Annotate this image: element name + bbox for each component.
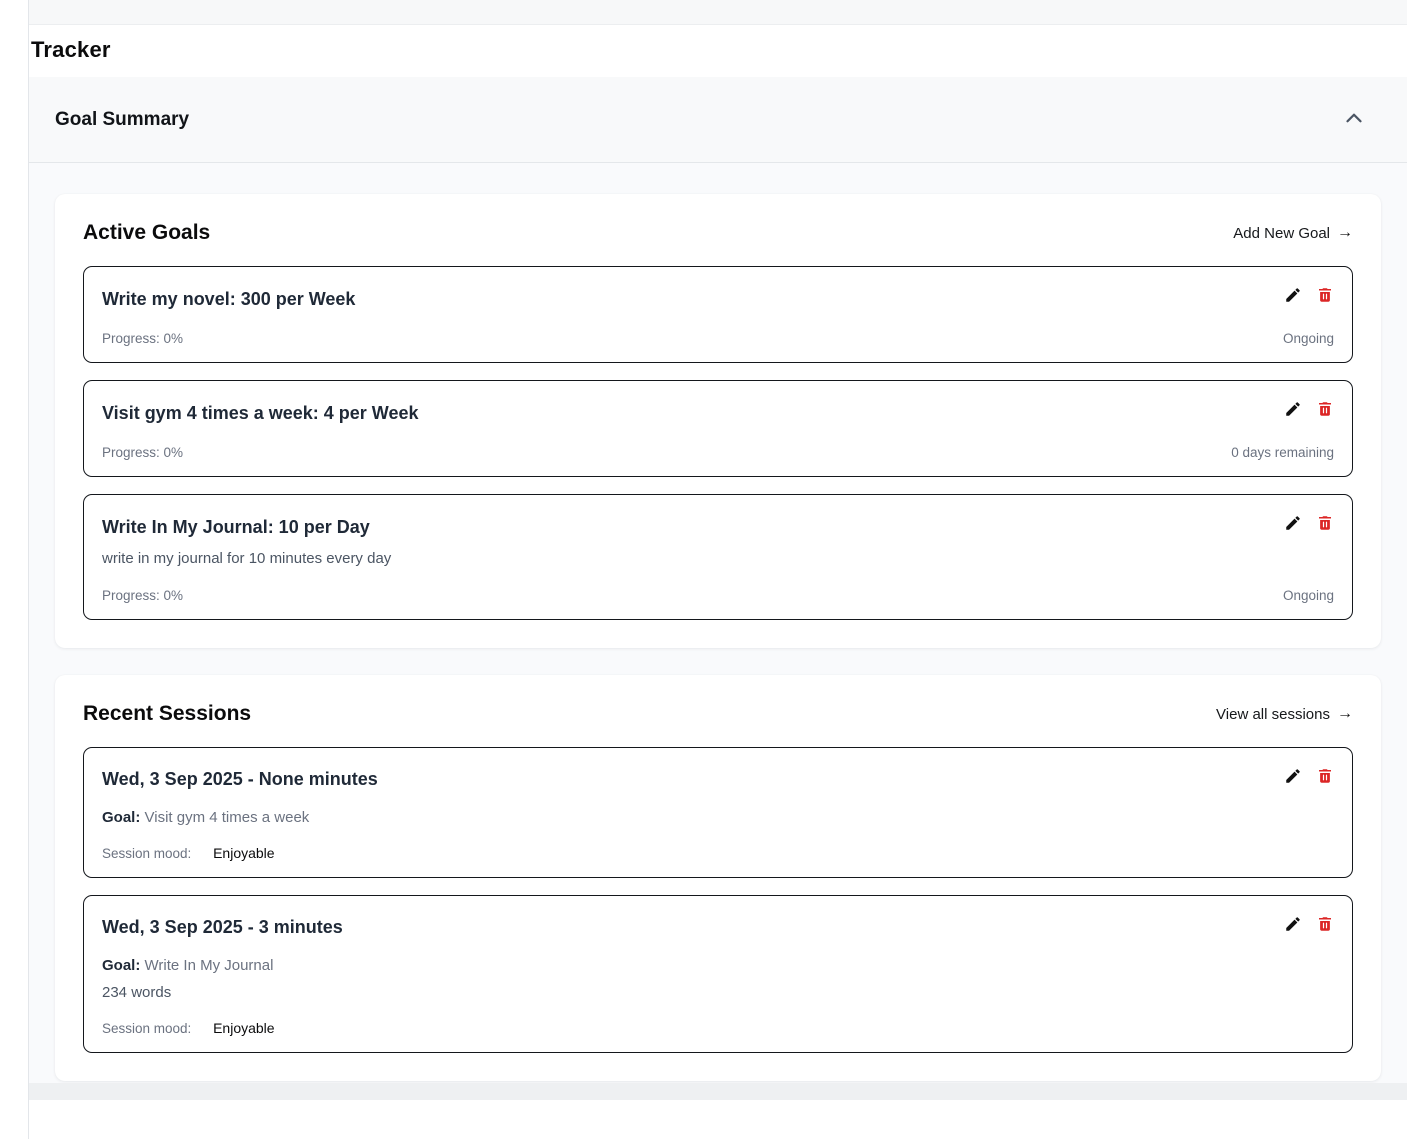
chevron-up-icon — [1341, 105, 1367, 134]
tracker-page: Tracker Goal Summary Active Goals Add Ne… — [0, 0, 1424, 1139]
goal-status: Ongoing — [1283, 588, 1334, 603]
trash-icon — [1316, 514, 1334, 535]
edit-session-button[interactable] — [1283, 768, 1302, 787]
delete-goal-button[interactable] — [1315, 515, 1334, 534]
recent-sessions-title: Recent Sessions — [83, 702, 251, 726]
goal-card: Write In My Journal: 10 per Day — [83, 494, 1353, 620]
pencil-icon — [1284, 915, 1302, 936]
session-title: Wed, 3 Sep 2025 - None minutes — [102, 766, 378, 792]
delete-session-button[interactable] — [1315, 768, 1334, 787]
goal-card: Write my novel: 300 per Week — [83, 266, 1353, 363]
session-card: Wed, 3 Sep 2025 - None minutes — [83, 747, 1353, 878]
delete-session-button[interactable] — [1315, 916, 1334, 935]
active-goals-title: Active Goals — [83, 221, 210, 245]
session-mood-label: Session mood: — [102, 846, 191, 861]
trash-icon — [1316, 767, 1334, 788]
active-goals-header: Active Goals Add New Goal → — [83, 221, 1353, 245]
pencil-icon — [1284, 514, 1302, 535]
view-all-sessions-label: View all sessions — [1216, 706, 1330, 723]
add-new-goal-link[interactable]: Add New Goal → — [1233, 224, 1353, 242]
session-title: Wed, 3 Sep 2025 - 3 minutes — [102, 914, 343, 940]
goal-title: Write In My Journal: 10 per Day — [102, 513, 370, 541]
goal-status: 0 days remaining — [1231, 445, 1334, 460]
goal-progress: Progress: 0% — [102, 588, 183, 603]
edit-goal-button[interactable] — [1283, 287, 1302, 306]
trash-icon — [1316, 915, 1334, 936]
top-panel-remnant — [29, 0, 1407, 25]
session-card: Wed, 3 Sep 2025 - 3 minutes — [83, 895, 1353, 1053]
page-background-strip — [29, 1083, 1407, 1100]
page-title: Tracker — [29, 25, 1424, 77]
add-new-goal-label: Add New Goal — [1233, 225, 1330, 242]
goal-description: write in my journal for 10 minutes every… — [102, 548, 1334, 570]
session-mood-line: Session mood: Enjoyable — [102, 1020, 1334, 1036]
goal-title: Write my novel: 300 per Week — [102, 285, 355, 313]
session-mood-label: Session mood: — [102, 1021, 191, 1036]
session-mood-value: Enjoyable — [213, 845, 275, 861]
session-goal-line: Goal: Visit gym 4 times a week — [102, 807, 1334, 828]
session-goal-label: Goal: — [102, 957, 140, 974]
arrow-right-icon: → — [1337, 705, 1353, 723]
edit-session-button[interactable] — [1283, 916, 1302, 935]
session-mood-line: Session mood: Enjoyable — [102, 845, 1334, 861]
delete-goal-button[interactable] — [1315, 401, 1334, 420]
session-goal-label: Goal: — [102, 809, 140, 826]
delete-goal-button[interactable] — [1315, 287, 1334, 306]
goal-summary-header[interactable]: Goal Summary — [29, 77, 1407, 163]
trash-icon — [1316, 286, 1334, 307]
goal-title: Visit gym 4 times a week: 4 per Week — [102, 399, 419, 427]
trash-icon — [1316, 400, 1334, 421]
pencil-icon — [1284, 767, 1302, 788]
recent-sessions-header: Recent Sessions View all sessions → — [83, 702, 1353, 726]
goal-summary-body: Active Goals Add New Goal → Write my nov… — [29, 163, 1407, 1083]
pencil-icon — [1284, 286, 1302, 307]
goal-progress: Progress: 0% — [102, 331, 183, 346]
main-content: Tracker Goal Summary Active Goals Add Ne… — [29, 0, 1424, 1139]
session-goal-line: Goal: Write In My Journal — [102, 955, 1334, 976]
pencil-icon — [1284, 400, 1302, 421]
arrow-right-icon: → — [1337, 224, 1353, 242]
goal-card: Visit gym 4 times a week: 4 per Week — [83, 380, 1353, 477]
session-goal-value: Write In My Journal — [145, 957, 274, 974]
session-word-count: 234 words — [102, 982, 1334, 1003]
edit-goal-button[interactable] — [1283, 515, 1302, 534]
goal-status: Ongoing — [1283, 331, 1334, 346]
session-goal-value: Visit gym 4 times a week — [145, 809, 310, 826]
left-gutter — [0, 0, 29, 1139]
session-mood-value: Enjoyable — [213, 1020, 275, 1036]
active-goals-section: Active Goals Add New Goal → Write my nov… — [55, 194, 1381, 648]
goal-summary-panel: Goal Summary Active Goals Add New Goal → — [29, 77, 1407, 1083]
recent-sessions-section: Recent Sessions View all sessions → Wed,… — [55, 675, 1381, 1081]
goal-progress: Progress: 0% — [102, 445, 183, 460]
view-all-sessions-link[interactable]: View all sessions → — [1216, 705, 1353, 723]
goal-summary-title: Goal Summary — [55, 109, 189, 131]
collapse-button[interactable] — [1341, 105, 1367, 134]
edit-goal-button[interactable] — [1283, 401, 1302, 420]
